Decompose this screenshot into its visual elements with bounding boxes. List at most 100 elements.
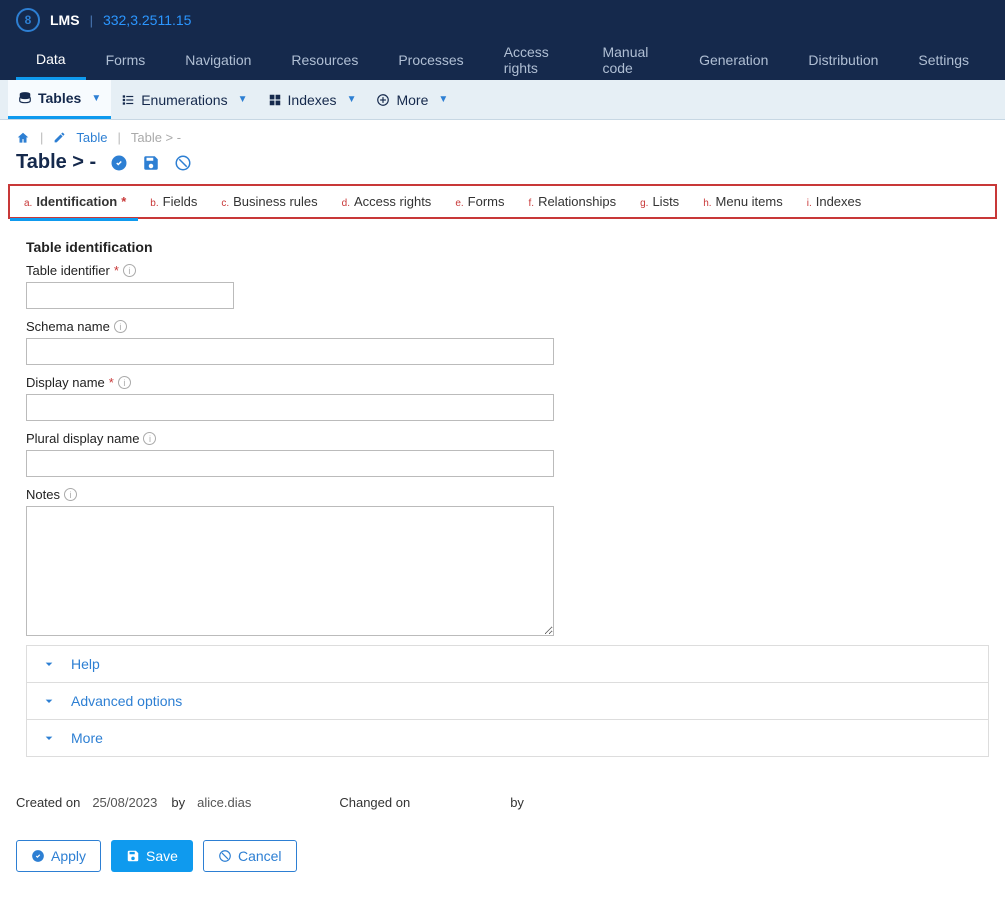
tab-letter: i. bbox=[807, 198, 812, 209]
display-name-input[interactable] bbox=[26, 394, 554, 421]
collapsible-advanced-options[interactable]: Advanced options bbox=[26, 682, 989, 720]
breadcrumb-separator: | bbox=[117, 130, 120, 145]
tab-label: Indexes bbox=[816, 194, 862, 209]
created-on-label: Created on bbox=[16, 795, 80, 810]
subnav-enumerations[interactable]: Enumerations ▼ bbox=[111, 80, 257, 119]
sub-nav: Tables ▼ Enumerations ▼ Indexes ▼ More ▼ bbox=[0, 80, 1005, 120]
changed-on: Changed on bbox=[339, 795, 422, 810]
chevron-down-icon bbox=[41, 693, 57, 709]
info-icon[interactable]: i bbox=[114, 320, 127, 333]
check-circle-icon bbox=[31, 849, 45, 863]
tab-label: Identification bbox=[36, 194, 117, 209]
subnav-more[interactable]: More ▼ bbox=[366, 80, 458, 119]
label-text: Notes bbox=[26, 487, 60, 502]
logo-icon: 8 bbox=[16, 8, 40, 32]
info-icon[interactable]: i bbox=[123, 264, 136, 277]
app-name: LMS bbox=[50, 12, 80, 28]
table-identifier-input[interactable] bbox=[26, 282, 234, 309]
nav-manual-code[interactable]: Manual code bbox=[582, 40, 679, 80]
save-icon[interactable] bbox=[142, 154, 160, 172]
section-tabs-highlight: a. Identification * b. Fields c. Busines… bbox=[8, 184, 997, 219]
field-table-identifier: Table identifier* i bbox=[26, 263, 989, 309]
collapsible-group: Help Advanced options More bbox=[26, 645, 989, 757]
created-by: by alice.dias bbox=[171, 795, 251, 810]
tab-fields[interactable]: b. Fields bbox=[138, 186, 209, 217]
cancel-button[interactable]: Cancel bbox=[203, 840, 297, 872]
chevron-down-icon: ▼ bbox=[438, 94, 448, 105]
subnav-tables[interactable]: Tables ▼ bbox=[8, 80, 111, 119]
save-icon bbox=[126, 849, 140, 863]
nav-distribution[interactable]: Distribution bbox=[788, 40, 898, 80]
tab-menu-items[interactable]: h. Menu items bbox=[691, 186, 795, 217]
tab-letter: f. bbox=[529, 198, 535, 209]
required-asterisk: * bbox=[109, 375, 114, 390]
nav-navigation[interactable]: Navigation bbox=[165, 40, 271, 80]
tab-label: Relationships bbox=[538, 194, 616, 209]
save-button[interactable]: Save bbox=[111, 840, 193, 872]
label-text: Plural display name bbox=[26, 431, 139, 446]
tab-letter: a. bbox=[24, 198, 32, 209]
plus-circle-icon bbox=[376, 93, 390, 107]
collapsible-more[interactable]: More bbox=[26, 719, 989, 757]
collapsible-help[interactable]: Help bbox=[26, 645, 989, 683]
changed-by-label: by bbox=[510, 795, 524, 810]
nav-generation[interactable]: Generation bbox=[679, 40, 788, 80]
tab-forms[interactable]: e. Forms bbox=[443, 186, 516, 217]
page-title: Table > - bbox=[16, 151, 96, 174]
tab-letter: d. bbox=[342, 198, 350, 209]
schema-name-input[interactable] bbox=[26, 338, 554, 365]
home-icon[interactable] bbox=[16, 131, 30, 145]
tab-access-rights[interactable]: d. Access rights bbox=[330, 186, 444, 217]
chevron-down-icon: ▼ bbox=[238, 94, 248, 105]
info-icon[interactable]: i bbox=[64, 488, 77, 501]
plural-display-name-input[interactable] bbox=[26, 450, 554, 477]
pencil-icon[interactable] bbox=[53, 131, 66, 144]
cancel-label: Cancel bbox=[238, 848, 282, 864]
apply-button[interactable]: Apply bbox=[16, 840, 101, 872]
nav-settings[interactable]: Settings bbox=[898, 40, 989, 80]
notes-label: Notes i bbox=[26, 487, 77, 502]
tab-label: Business rules bbox=[233, 194, 318, 209]
subnav-indexes[interactable]: Indexes ▼ bbox=[258, 80, 367, 119]
tab-identification[interactable]: a. Identification * bbox=[12, 186, 138, 217]
nav-access-rights[interactable]: Access rights bbox=[484, 40, 583, 80]
info-icon[interactable]: i bbox=[118, 376, 131, 389]
plural-display-name-label: Plural display name i bbox=[26, 431, 156, 446]
tab-business-rules[interactable]: c. Business rules bbox=[209, 186, 329, 217]
schema-name-label: Schema name i bbox=[26, 319, 127, 334]
check-circle-icon[interactable] bbox=[110, 154, 128, 172]
nav-processes[interactable]: Processes bbox=[378, 40, 483, 80]
field-plural-display-name: Plural display name i bbox=[26, 431, 989, 477]
section-heading: Table identification bbox=[26, 239, 989, 255]
info-icon[interactable]: i bbox=[143, 432, 156, 445]
changed-on-label: Changed on bbox=[339, 795, 410, 810]
collapsible-label: More bbox=[71, 730, 103, 746]
app-version[interactable]: 332,3.2511.15 bbox=[103, 12, 192, 28]
tab-letter: g. bbox=[640, 198, 648, 209]
display-name-label: Display name* i bbox=[26, 375, 131, 390]
header-divider: | bbox=[90, 13, 93, 28]
cancel-circle-icon[interactable] bbox=[174, 154, 192, 172]
tab-relationships[interactable]: f. Relationships bbox=[517, 186, 629, 217]
table-identifier-label: Table identifier* i bbox=[26, 263, 136, 278]
top-header: 8 LMS | 332,3.2511.15 bbox=[0, 0, 1005, 40]
nav-resources[interactable]: Resources bbox=[271, 40, 378, 80]
created-by-value: alice.dias bbox=[197, 795, 251, 810]
tab-label: Lists bbox=[652, 194, 679, 209]
subnav-more-label: More bbox=[396, 92, 428, 108]
tab-letter: c. bbox=[221, 198, 229, 209]
required-asterisk: * bbox=[121, 194, 126, 209]
breadcrumb: | Table | Table > - bbox=[0, 120, 1005, 145]
database-icon bbox=[18, 91, 32, 105]
page-title-row: Table > - bbox=[0, 145, 1005, 184]
created-on-value: 25/08/2023 bbox=[92, 795, 157, 810]
subnav-indexes-label: Indexes bbox=[288, 92, 337, 108]
field-display-name: Display name* i bbox=[26, 375, 989, 421]
tab-indexes[interactable]: i. Indexes bbox=[795, 186, 874, 217]
nav-forms[interactable]: Forms bbox=[86, 40, 166, 80]
tab-lists[interactable]: g. Lists bbox=[628, 186, 691, 217]
nav-data[interactable]: Data bbox=[16, 40, 86, 80]
breadcrumb-table-link[interactable]: Table bbox=[76, 130, 107, 145]
required-asterisk: * bbox=[114, 263, 119, 278]
notes-textarea[interactable] bbox=[26, 506, 554, 636]
